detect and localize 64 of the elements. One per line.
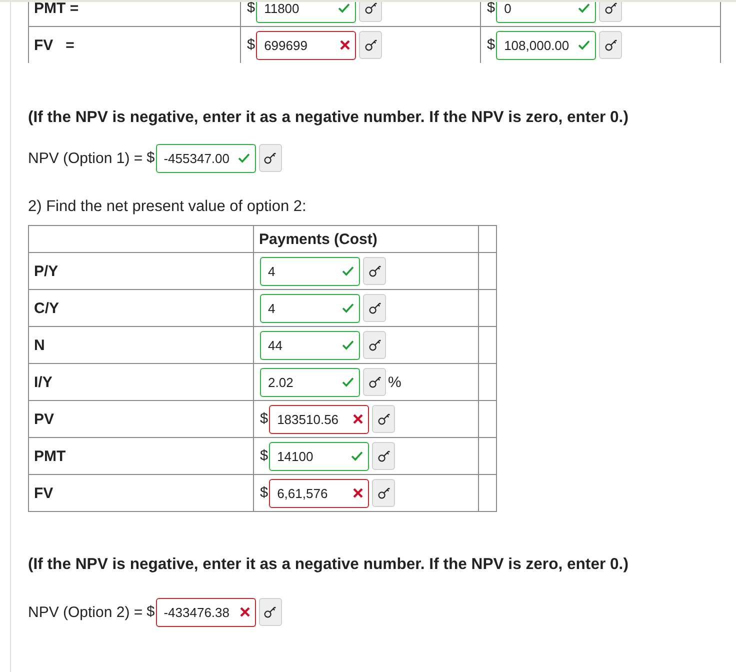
key-icon: [264, 606, 276, 618]
currency-sign: $: [146, 150, 155, 166]
npv-label: NPV (Option 1) =: [28, 150, 143, 166]
key-icon: [378, 487, 390, 499]
answer-field[interactable]: 14100: [269, 442, 370, 470]
key-button[interactable]: [372, 479, 396, 507]
answer-field[interactable]: 11800: [256, 0, 356, 22]
key-icon: [378, 450, 390, 462]
key-button[interactable]: [359, 31, 382, 59]
answer-field[interactable]: 4: [260, 256, 360, 286]
instruction-text: (If the NPV is negative, enter it as a negative number. If the NPV is zero, enter 0.): [28, 555, 628, 575]
row-label: P/Y: [34, 262, 58, 280]
percent-sign: %: [388, 374, 402, 390]
row-label: C/Y: [34, 300, 60, 316]
instruction-text: (If the NPV is negative, enter it as a negative number. If the NPV is zero, enter 0.): [28, 108, 628, 128]
key-icon: [604, 2, 617, 14]
answer-field[interactable]: -455347.00: [156, 144, 256, 172]
key-button[interactable]: [372, 442, 396, 470]
currency-sign: $: [487, 0, 496, 16]
key-button[interactable]: [363, 294, 386, 322]
row-label: I/Y: [34, 374, 52, 390]
answer-field[interactable]: 6,61,576: [269, 478, 370, 508]
question-text: 2) Find the net present value of option 2:: [28, 197, 306, 217]
key-button[interactable]: [359, 0, 382, 22]
key-icon: [604, 39, 617, 51]
currency-sign: $: [260, 448, 268, 464]
key-button[interactable]: [258, 598, 282, 626]
key-icon: [364, 39, 377, 51]
key-icon: [368, 302, 380, 314]
key-button[interactable]: [599, 0, 622, 22]
currency-sign: $: [146, 604, 155, 620]
currency-sign: $: [260, 412, 268, 426]
row-label: FV: [34, 484, 54, 502]
key-icon: [368, 376, 380, 388]
row-label: FV =: [34, 36, 74, 54]
answer-field[interactable]: 0: [496, 0, 596, 22]
key-icon: [368, 265, 380, 277]
row-label: N: [34, 336, 45, 354]
answer-field[interactable]: 108,000.00: [496, 30, 596, 60]
row-label: PMT: [34, 448, 66, 464]
currency-sign: $: [487, 38, 496, 52]
key-button[interactable]: [599, 31, 622, 59]
key-button[interactable]: [372, 405, 396, 433]
answer-field[interactable]: 4: [260, 294, 360, 322]
key-icon: [364, 2, 377, 14]
answer-field[interactable]: -433476.38: [156, 598, 256, 626]
npv-label: NPV (Option 2) =: [28, 604, 143, 620]
row-label: PMT =: [34, 0, 79, 16]
key-icon: [378, 413, 390, 425]
answer-field[interactable]: 699699: [256, 30, 356, 60]
currency-sign: $: [247, 0, 256, 16]
column-header: Payments (Cost): [259, 230, 378, 248]
answer-field[interactable]: 44: [260, 330, 360, 360]
key-button[interactable]: [363, 257, 386, 285]
key-button[interactable]: [363, 331, 386, 359]
currency-sign: $: [247, 38, 256, 52]
key-icon: [368, 339, 380, 351]
key-icon: [264, 152, 276, 164]
currency-sign: $: [260, 486, 268, 500]
key-button[interactable]: [363, 368, 386, 396]
answer-field[interactable]: 2.02: [260, 368, 360, 396]
key-button[interactable]: [258, 144, 282, 172]
row-label: PV: [34, 410, 54, 428]
answer-field[interactable]: 183510.56: [269, 404, 370, 434]
